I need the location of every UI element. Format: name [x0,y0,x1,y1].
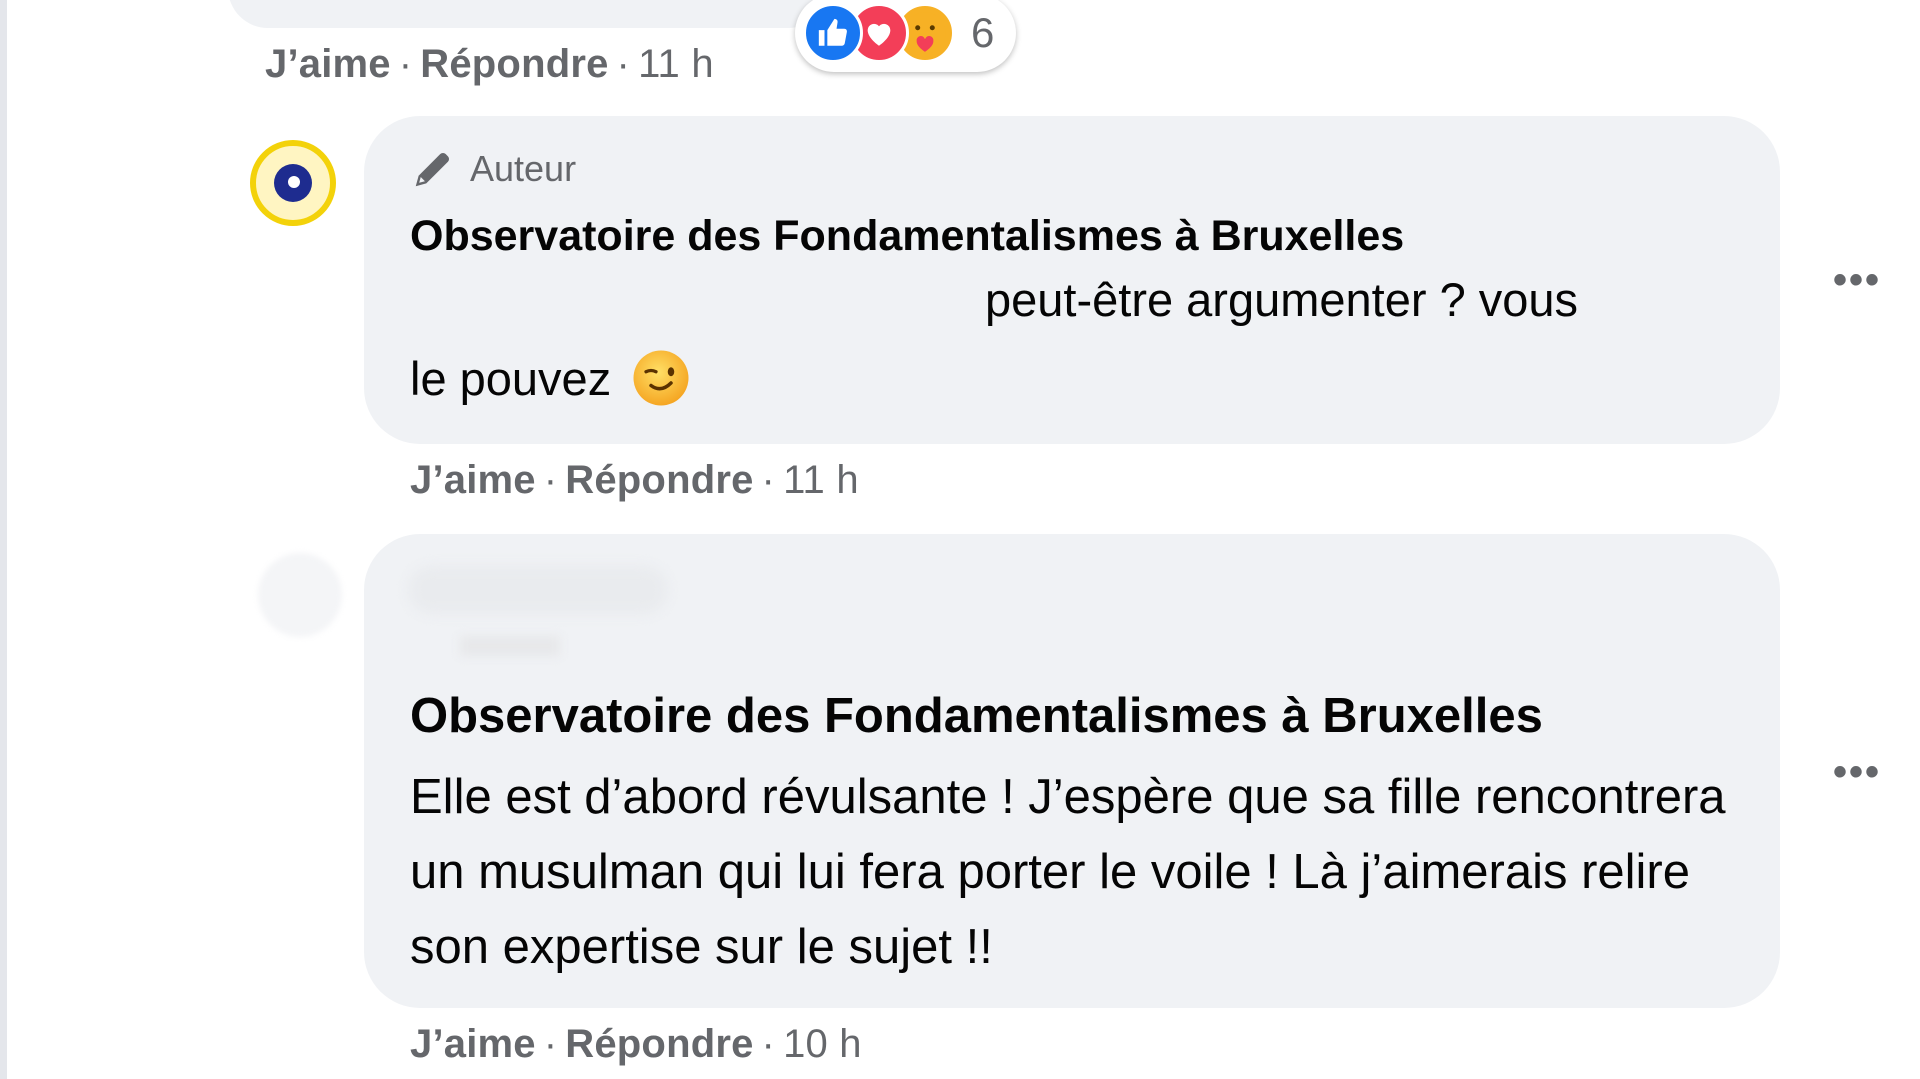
eye-logo-icon [274,164,312,202]
separator: · [543,1022,558,1066]
separator: · [616,42,631,86]
badge-label: Auteur [470,148,577,189]
author-badge: Auteur [410,146,576,192]
reaction-count: 6 [971,9,995,56]
separator: · [398,42,413,86]
author-name[interactable]: Observatoire des Fondamentalismes à Brux… [410,688,1543,744]
timestamp[interactable]: 10 h [783,1022,862,1066]
like-link[interactable]: J’aime [410,458,536,502]
comment-text-line: le pouvez [410,348,691,408]
reply-actions: J’aime · Répondre · 10 h [410,1022,862,1067]
redacted-text [460,636,560,656]
separator: · [761,458,776,502]
author-name[interactable]: Observatoire des Fondamentalismes à Brux… [410,212,1404,261]
like-link[interactable]: J’aime [410,1022,536,1066]
timestamp[interactable]: 11 h [783,458,859,502]
comment-text: Elle est d’abord révulsante ! J’espère q… [410,770,1726,974]
redacted-badge [408,566,668,614]
pencil-icon [415,152,450,187]
reaction-summary[interactable]: 6 [795,0,1017,72]
reply-link[interactable]: Répondre [420,42,608,86]
wink-emoji-icon [633,350,689,406]
comment-text-line: peut-être argumenter ? vous [985,273,1579,326]
comment-text: le pouvez [410,351,612,405]
previous-comment-actions: J’aime · Répondre · 11 h [265,42,714,87]
separator: · [543,458,558,502]
previous-comment-bubble [228,0,828,28]
author-avatar[interactable] [250,140,336,226]
comment-thread: J’aime · Répondre · 11 h 6 Auteur Observ… [0,0,1920,1079]
thread-divider [0,0,7,1079]
reply-actions: J’aime · Répondre · 11 h [410,458,859,503]
timestamp[interactable]: 11 h [638,42,714,86]
more-options-button[interactable]: ••• [1833,258,1881,303]
like-icon [803,3,863,63]
like-link[interactable]: J’aime [265,42,391,86]
more-options-button[interactable]: ••• [1833,750,1881,795]
separator: · [761,1022,776,1066]
reply-link[interactable]: Répondre [565,1022,753,1066]
redacted-avatar [258,553,342,637]
reply-link[interactable]: Répondre [565,458,753,502]
